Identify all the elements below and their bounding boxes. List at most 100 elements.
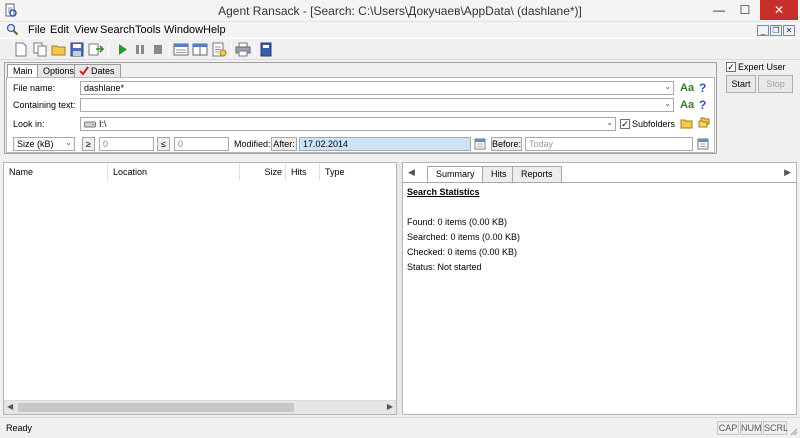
scroll-left-icon[interactable]: ◀: [7, 402, 13, 411]
title-bar: Agent Ransack - [Search: C:\Users\Докуча…: [0, 0, 800, 22]
less-equal-button[interactable]: ≤: [157, 137, 170, 151]
column-header-location[interactable]: Location: [108, 163, 240, 181]
tab-divider: [403, 182, 796, 183]
chevron-down-icon[interactable]: ⌄: [606, 118, 613, 127]
column-header-name[interactable]: Name: [4, 163, 108, 181]
containing-text-case-toggle[interactable]: Aa: [680, 99, 694, 111]
chevron-down-icon[interactable]: ⌄: [664, 82, 671, 91]
magnifier-icon[interactable]: [6, 23, 19, 36]
book-icon[interactable]: [257, 41, 275, 58]
menu-window[interactable]: Window: [164, 24, 203, 36]
tabs-scroll-right-icon[interactable]: ▶: [784, 167, 791, 178]
file-name-input[interactable]: dashlane* ⌄: [80, 81, 674, 95]
drive-icon: [84, 121, 96, 128]
scroll-right-icon[interactable]: ▶: [387, 402, 393, 411]
statistics-heading: Search Statistics: [407, 187, 480, 197]
menu-edit[interactable]: Edit: [50, 24, 69, 36]
start-search-icon[interactable]: [113, 41, 131, 58]
expert-user-checkbox[interactable]: ✓: [726, 62, 736, 72]
maximize-button[interactable]: ☐: [732, 0, 758, 20]
containing-text-input[interactable]: ⌄: [80, 98, 674, 112]
menu-tools[interactable]: Tools: [135, 24, 161, 36]
column-header-hits[interactable]: Hits: [286, 163, 320, 181]
size-max-input[interactable]: 0: [174, 137, 229, 151]
expert-user-label: Expert User: [738, 62, 786, 72]
scrollbar-thumb[interactable]: [18, 403, 294, 412]
caps-lock-indicator: CAP: [717, 421, 739, 435]
report-icon[interactable]: [210, 41, 228, 58]
calendar-icon[interactable]: [697, 137, 709, 150]
tabs-scroll-left-icon[interactable]: ◀: [408, 167, 415, 178]
column-header-type[interactable]: Type: [320, 163, 396, 181]
layout-split-icon[interactable]: [191, 41, 209, 58]
tab-summary[interactable]: Summary: [427, 166, 484, 183]
tab-dates-label: Dates: [91, 66, 115, 76]
chevron-down-icon[interactable]: ⌄: [664, 99, 671, 108]
results-list[interactable]: Name Location Size Hits Type ◀ ▶: [3, 162, 397, 415]
export-icon[interactable]: [87, 41, 105, 58]
num-lock-indicator: NUM: [740, 421, 762, 435]
containing-text-label: Containing text:: [13, 100, 76, 110]
menu-search[interactable]: Search: [100, 24, 135, 36]
size-min-input[interactable]: 0: [99, 137, 154, 151]
file-name-help-icon[interactable]: ?: [699, 81, 706, 95]
toolbar: [0, 38, 800, 60]
calendar-icon[interactable]: [474, 137, 486, 150]
before-date-input[interactable]: Today: [525, 137, 693, 151]
tab-hits[interactable]: Hits: [482, 166, 516, 182]
search-statistics: Search Statistics Found: 0 items (0.00 K…: [407, 185, 520, 275]
layout-list-icon[interactable]: [172, 41, 190, 58]
toolbar-separator: [254, 42, 255, 57]
size-unit-value: Size (kB): [17, 139, 54, 149]
look-in-input[interactable]: I:\ ⌄: [80, 117, 616, 131]
subfolders-checkbox[interactable]: ✓: [620, 119, 630, 129]
checkmark-icon: [79, 66, 89, 76]
size-unit-select[interactable]: Size (kB) ⌄: [13, 137, 75, 151]
save-icon[interactable]: [68, 41, 86, 58]
copy-icon[interactable]: [31, 41, 49, 58]
column-header-size[interactable]: Size: [240, 163, 286, 181]
stop-icon[interactable]: [149, 41, 167, 58]
menu-view[interactable]: View: [74, 24, 98, 36]
resize-grip-icon[interactable]: [788, 426, 798, 436]
subfolders-label: Subfolders: [632, 119, 676, 129]
toolbar-separator: [108, 42, 109, 57]
pause-icon[interactable]: [131, 41, 149, 58]
tab-reports[interactable]: Reports: [512, 166, 562, 182]
print-icon[interactable]: [234, 41, 252, 58]
mdi-restore-button[interactable]: ❐: [770, 25, 782, 36]
look-in-label: Look in:: [13, 119, 45, 129]
open-folder-icon[interactable]: [50, 41, 68, 58]
browse-folder-icon[interactable]: [680, 118, 693, 129]
containing-text-help-icon[interactable]: ?: [699, 98, 706, 112]
minimize-button[interactable]: —: [706, 0, 732, 20]
details-pane: ◀ ▶ Summary Hits Reports Search Statisti…: [402, 162, 797, 415]
window-title: Agent Ransack - [Search: C:\Users\Докуча…: [218, 4, 582, 18]
search-controls: ✓ Expert User Start Stop: [722, 62, 798, 102]
file-name-value: dashlane*: [84, 83, 125, 93]
greater-equal-button[interactable]: ≥: [82, 137, 95, 151]
start-button[interactable]: Start: [726, 75, 756, 93]
close-button[interactable]: ✕: [760, 0, 798, 20]
menu-file[interactable]: File: [28, 24, 46, 36]
status-bar: Ready CAP NUM SCRL: [0, 417, 800, 438]
stop-button[interactable]: Stop: [758, 75, 793, 93]
menu-help[interactable]: Help: [203, 24, 226, 36]
horizontal-scrollbar[interactable]: ◀ ▶: [4, 400, 396, 414]
look-in-value: I:\: [99, 119, 107, 129]
tab-dates[interactable]: Dates: [74, 64, 121, 78]
after-button[interactable]: After:: [271, 137, 297, 151]
recent-folders-icon[interactable]: [698, 117, 710, 129]
scroll-lock-indicator: SCRL: [763, 421, 789, 435]
after-date-input[interactable]: 17.02.2014: [299, 137, 471, 151]
mdi-minimize-button[interactable]: _: [757, 25, 769, 36]
mdi-close-button[interactable]: ✕: [783, 25, 795, 36]
new-icon[interactable]: [12, 41, 30, 58]
file-name-label: File name:: [13, 83, 56, 93]
chevron-down-icon[interactable]: ⌄: [65, 138, 72, 147]
before-button[interactable]: Before:: [491, 137, 522, 151]
file-name-case-toggle[interactable]: Aa: [680, 82, 694, 94]
stat-checked: Checked: 0 items (0.00 KB): [407, 247, 518, 257]
status-text: Ready: [6, 423, 33, 433]
